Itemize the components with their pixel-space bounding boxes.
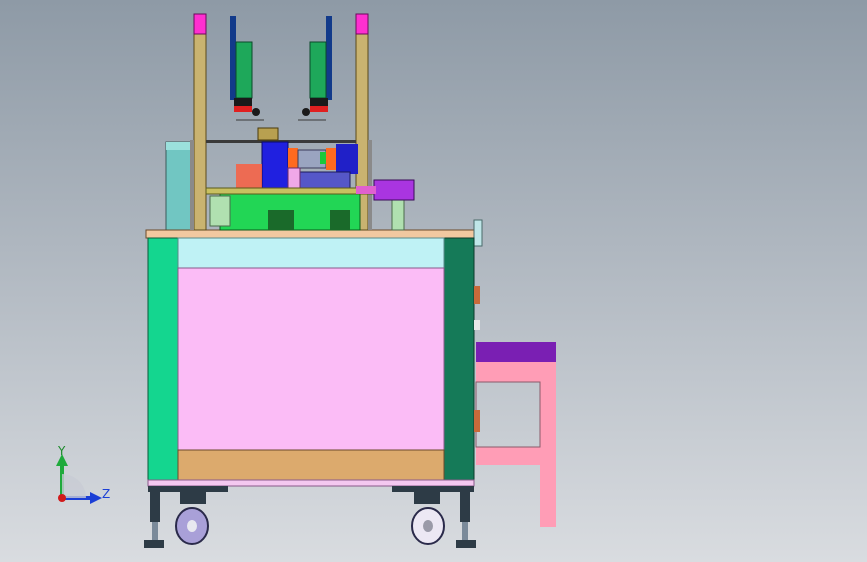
frame-right-column: [443, 237, 475, 484]
top-plate: [145, 229, 475, 239]
guide-column-left: [193, 33, 207, 231]
frame-left-column: [147, 237, 179, 484]
front-panel: [177, 267, 445, 451]
clamp-block-right: [309, 41, 327, 99]
right-caster: [411, 492, 445, 545]
lower-rail: [177, 449, 445, 481]
column-cap-left: [193, 13, 207, 35]
axis-label-y: Y: [57, 444, 66, 458]
upper-rail: [177, 237, 445, 269]
machine-frame: [147, 237, 480, 487]
left-caster: [175, 492, 209, 545]
side-connector: [474, 410, 480, 432]
axis-triad: Y Z: [56, 444, 110, 504]
side-table: [475, 342, 556, 527]
clamp-block-left: [235, 41, 253, 99]
upper-mechanism: [190, 13, 415, 231]
top-plate-overhang: [473, 219, 483, 247]
column-cap-right: [355, 13, 369, 35]
left-foot: [150, 492, 160, 522]
cylinder-bar-right: [326, 16, 332, 100]
triad-origin: [58, 494, 66, 502]
side-table-crossbar: [476, 447, 556, 465]
side-table-leg: [540, 362, 556, 527]
cylinder-bar-left: [230, 16, 236, 100]
side-connector: [474, 320, 480, 330]
feet-and-casters: [144, 486, 476, 548]
axis-label-z: Z: [102, 487, 110, 501]
purple-box: [373, 179, 415, 201]
cad-viewport: Y Z: [56, 13, 556, 548]
side-table-top: [476, 342, 556, 362]
right-foot: [460, 492, 470, 522]
side-connector: [474, 286, 480, 304]
